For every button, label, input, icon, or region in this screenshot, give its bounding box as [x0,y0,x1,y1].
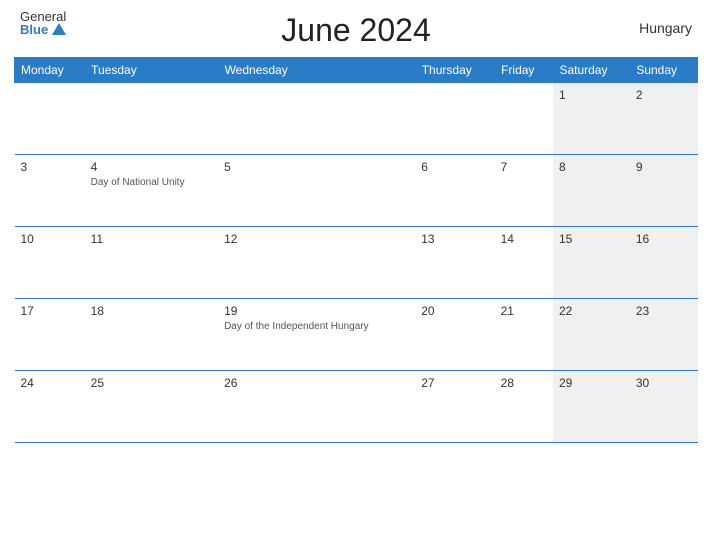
day-number: 18 [91,304,212,318]
day-number: 13 [421,232,488,246]
calendar-cell: 5 [218,155,415,227]
calendar-cell: 18 [85,299,218,371]
calendar-cell: 21 [495,299,553,371]
day-number: 22 [559,304,624,318]
calendar-table: Monday Tuesday Wednesday Thursday Friday… [14,57,698,443]
weekday-header-row: Monday Tuesday Wednesday Thursday Friday… [15,58,698,83]
day-number: 3 [21,160,79,174]
day-number: 8 [559,160,624,174]
calendar-week-row: 17 18 19 Day of the Independent Hungary 20 21… [15,299,698,371]
day-number: 12 [224,232,409,246]
day-number: 27 [421,376,488,390]
day-number: 30 [636,376,692,390]
calendar-cell: 15 [553,227,630,299]
calendar-cell: 25 [85,371,218,443]
calendar-cell: 6 [415,155,494,227]
country-label: Hungary [639,20,692,36]
header-saturday: Saturday [553,58,630,83]
day-number: 16 [636,232,692,246]
day-number: 17 [21,304,79,318]
logo-blue-row: Blue [20,23,66,36]
calendar-cell: 24 [15,371,85,443]
event-text: Day of the Independent Hungary [224,321,369,332]
day-number: 29 [559,376,624,390]
header-wednesday: Wednesday [218,58,415,83]
header-sunday: Sunday [630,58,698,83]
calendar-cell: 17 [15,299,85,371]
day-number: 26 [224,376,409,390]
calendar-cell: 29 [553,371,630,443]
calendar-cell: 7 [495,155,553,227]
header-thursday: Thursday [415,58,494,83]
calendar-cell: 3 [15,155,85,227]
header-friday: Friday [495,58,553,83]
calendar-cell: 16 [630,227,698,299]
calendar-cell: 28 [495,371,553,443]
day-number: 11 [91,232,212,246]
calendar-cell: 8 [553,155,630,227]
calendar-cell [15,83,85,155]
calendar-cell: 13 [415,227,494,299]
calendar-cell [85,83,218,155]
header-monday: Monday [15,58,85,83]
day-number: 5 [224,160,409,174]
day-number: 6 [421,160,488,174]
calendar-container: Monday Tuesday Wednesday Thursday Friday… [0,57,712,453]
header-tuesday: Tuesday [85,58,218,83]
day-number: 4 [91,160,212,174]
day-number: 10 [21,232,79,246]
logo-triangle-icon [52,23,66,35]
day-number: 21 [501,304,547,318]
calendar-cell: 26 [218,371,415,443]
day-number: 2 [636,88,692,102]
calendar-cell: 20 [415,299,494,371]
day-number: 19 [224,304,409,318]
calendar-body: 1234Day of National Unity567891011121314… [15,83,698,443]
calendar-cell [415,83,494,155]
calendar-header: Monday Tuesday Wednesday Thursday Friday… [15,58,698,83]
calendar-cell: 12 [218,227,415,299]
day-number: 28 [501,376,547,390]
day-number: 24 [21,376,79,390]
header: General Blue June 2024 Hungary [0,0,712,57]
calendar-cell: 30 [630,371,698,443]
calendar-cell [495,83,553,155]
calendar-week-row: 10 11 12 13 14 15 16 [15,227,698,299]
calendar-cell: 27 [415,371,494,443]
event-text: Day of National Unity [91,177,185,188]
day-number: 23 [636,304,692,318]
day-number: 1 [559,88,624,102]
calendar-page: General Blue June 2024 Hungary Monday Tu… [0,0,712,550]
calendar-week-row: 24 25 26 27 28 29 30 [15,371,698,443]
calendar-cell [218,83,415,155]
calendar-cell: 19 Day of the Independent Hungary [218,299,415,371]
day-number: 7 [501,160,547,174]
logo: General Blue [20,10,66,36]
calendar-cell: 1 [553,83,630,155]
month-title: June 2024 [281,12,430,49]
calendar-cell: 4 Day of National Unity [85,155,218,227]
calendar-cell: 23 [630,299,698,371]
logo-blue-text: Blue [20,23,48,36]
calendar-cell: 14 [495,227,553,299]
calendar-cell: 11 [85,227,218,299]
calendar-cell: 2 [630,83,698,155]
calendar-week-row: 34 Day of National Unity 56789 [15,155,698,227]
day-number: 9 [636,160,692,174]
day-number: 14 [501,232,547,246]
calendar-cell: 9 [630,155,698,227]
calendar-week-row: 12 [15,83,698,155]
day-number: 25 [91,376,212,390]
calendar-cell: 10 [15,227,85,299]
day-number: 20 [421,304,488,318]
calendar-cell: 22 [553,299,630,371]
day-number: 15 [559,232,624,246]
